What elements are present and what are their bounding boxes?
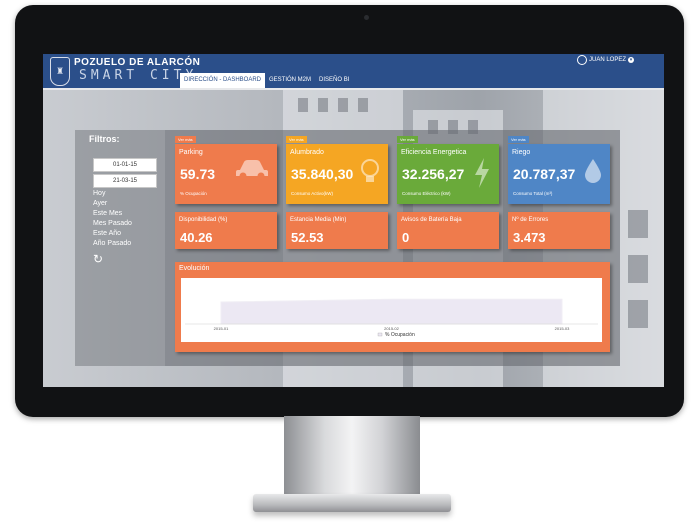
user-name: JUAN LOPEZ: [588, 57, 626, 63]
filter-option-hoy[interactable]: Hoy: [93, 190, 105, 197]
tab-diseno-bi[interactable]: DISEÑO BI: [315, 73, 353, 88]
kpi-estancia-media: Estancia Media (Min) 52.53: [286, 212, 388, 249]
kpi-title: Estancia Media (Min): [290, 217, 347, 223]
tab-direccion-dashboard[interactable]: DIRECCIÓN - DASHBOARD: [180, 73, 266, 88]
filter-option-ayer[interactable]: Ayer: [93, 200, 107, 207]
x-tick-label: 2015-01: [214, 326, 229, 331]
crest-logo: ♜: [50, 57, 70, 86]
date-to-field[interactable]: 21-03-15: [93, 174, 157, 188]
evolution-chart: 2015-01 2015-02 2015-03 % Ocupación: [181, 278, 602, 342]
filters-panel: Filtros: 01-01-15 21-03-15 Hoy Ayer Este…: [75, 130, 165, 366]
series-area: [220, 298, 563, 325]
kpi-title: Disponibilidad (%): [179, 217, 228, 223]
user-menu[interactable]: JUAN LOPEZ ▾: [576, 55, 634, 65]
ver-mas-alumbrado[interactable]: Ver más: [286, 136, 307, 143]
x-tick-label: 2015-02: [384, 326, 399, 331]
filter-option-mes-pasado[interactable]: Mes Pasado: [93, 220, 132, 227]
card-value: 35.840,30: [291, 166, 354, 182]
date-from-field[interactable]: 01-01-15: [93, 158, 157, 172]
card-subtitle: % Ocupación: [180, 191, 207, 196]
tab-gestion-m2m[interactable]: GESTIÓN M2M: [265, 73, 315, 88]
card-eficiencia-energetica: Ver más Eficiencia Energetica 32.256,27 …: [397, 136, 499, 204]
monitor-stand-base: [253, 494, 451, 512]
kpi-value: 40.26: [180, 230, 213, 245]
evolution-title: Evolución: [179, 265, 210, 272]
filters-title: Filtros:: [89, 134, 120, 144]
legend-label[interactable]: % Ocupación: [385, 332, 415, 338]
lightning-icon: [473, 158, 491, 194]
lightbulb-icon: [360, 158, 380, 192]
card-value: 59.73: [180, 166, 216, 182]
kpi-disponibilidad: Disponibilidad (%) 40.26: [175, 212, 277, 249]
brand-title: POZUELO DE ALARCÓN: [74, 57, 201, 68]
water-drop-icon: [584, 158, 602, 190]
car-icon: [235, 158, 269, 186]
kpi-value: 52.53: [291, 230, 324, 245]
kpi-title: Nº de Errores: [512, 217, 549, 223]
ver-mas-parking[interactable]: Ver más: [175, 136, 196, 143]
card-title: Parking: [179, 149, 203, 156]
filter-option-ano-pasado[interactable]: Año Pasado: [93, 240, 131, 247]
legend-swatch: [377, 332, 383, 337]
chevron-down-icon[interactable]: ▾: [628, 57, 634, 63]
kpi-avisos-bateria: Avisos de Batería Baja 0: [397, 212, 499, 249]
ver-mas-eficiencia[interactable]: Ver más: [397, 136, 418, 143]
card-subtitle: Consumo Total (m³): [513, 191, 553, 196]
card-riego: Ver más Riego 20.787,37 Consumo Total (m…: [508, 136, 610, 204]
card-parking: Ver más Parking 59.73 % Ocupación: [175, 136, 277, 204]
card-title: Alumbrado: [290, 149, 324, 156]
filter-option-este-ano[interactable]: Este Año: [93, 230, 121, 237]
card-alumbrado: Ver más Alumbrado 35.840,30 Consumo Acti…: [286, 136, 388, 204]
card-subtitle: Consumo Activo(kW): [291, 191, 334, 196]
webcam: [364, 15, 369, 20]
refresh-icon[interactable]: ↻: [93, 252, 103, 266]
screen: ♜ POZUELO DE ALARCÓN SMART CITY DIRECCIÓ…: [43, 54, 664, 387]
card-subtitle: Consumo Eléctrico (kW): [402, 191, 451, 196]
card-title: Riego: [512, 149, 531, 156]
kpi-numero-errores: Nº de Errores 3.473: [508, 212, 610, 249]
card-value: 32.256,27: [402, 166, 465, 182]
top-header: ♜ POZUELO DE ALARCÓN SMART CITY DIRECCIÓ…: [43, 54, 664, 88]
x-tick-label: 2015-03: [555, 326, 570, 331]
kpi-title: Avisos de Batería Baja: [401, 217, 462, 223]
card-value: 20.787,37: [513, 166, 576, 182]
monitor-stand-neck: [284, 416, 420, 498]
kpi-value: 0: [402, 230, 410, 245]
user-icon: [576, 55, 587, 65]
ver-mas-riego[interactable]: Ver más: [508, 136, 529, 143]
main-tabs: DIRECCIÓN - DASHBOARD GESTIÓN M2M DISEÑO…: [180, 73, 353, 88]
filter-option-este-mes[interactable]: Este Mes: [93, 210, 122, 217]
kpi-value: 3.473: [513, 230, 546, 245]
card-title: Eficiencia Energetica: [401, 149, 467, 156]
header-divider: [43, 88, 664, 90]
evolution-panel: Evolución 2015-01 2015-02 2015-03 % Ocupaci…: [175, 262, 610, 352]
